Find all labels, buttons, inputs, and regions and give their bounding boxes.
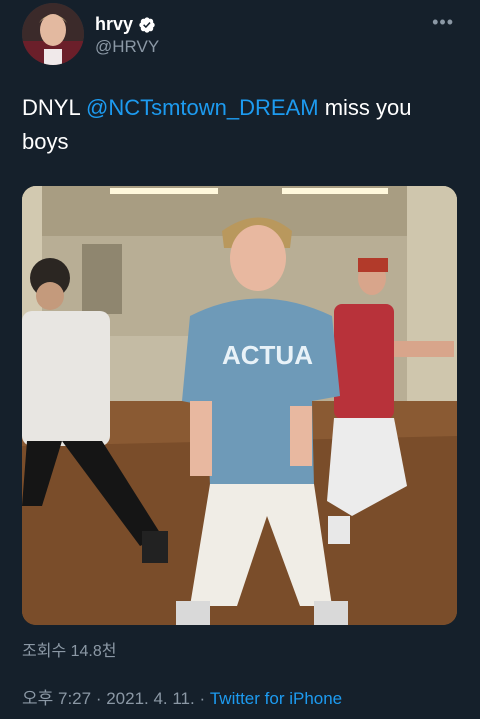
tweet-meta: 오후 7:27 · 2021. 4. 11. · Twitter for iPh… [22, 684, 342, 709]
tweet-date[interactable]: 2021. 4. 11. [106, 689, 195, 708]
video-media[interactable]: ACTUA [22, 186, 457, 625]
tweet-detail: hrvy @HRVY ••• DNYL @NCTsmtown_DREAM mis… [0, 0, 480, 719]
author-handle[interactable]: @HRVY [95, 37, 159, 57]
mention-link[interactable]: @NCTsmtown_DREAM [86, 95, 319, 120]
tweet-text-before: DNYL [22, 95, 86, 120]
verified-badge-icon [138, 16, 156, 34]
svg-text:ACTUA: ACTUA [222, 340, 313, 370]
tweet-text: DNYL @NCTsmtown_DREAM miss you boys [22, 91, 462, 159]
tweet-time[interactable]: 오후 7:27 [22, 689, 91, 708]
meta-separator: · [91, 689, 107, 708]
more-horizontal-icon[interactable]: ••• [432, 12, 454, 33]
view-count: 조회수 14.8천 [22, 643, 117, 660]
author-display-name[interactable]: hrvy [95, 14, 156, 35]
display-name-text: hrvy [95, 14, 134, 34]
meta-separator: · [194, 689, 210, 708]
tweet-source-link[interactable]: Twitter for iPhone [210, 689, 342, 708]
avatar[interactable] [22, 3, 84, 65]
